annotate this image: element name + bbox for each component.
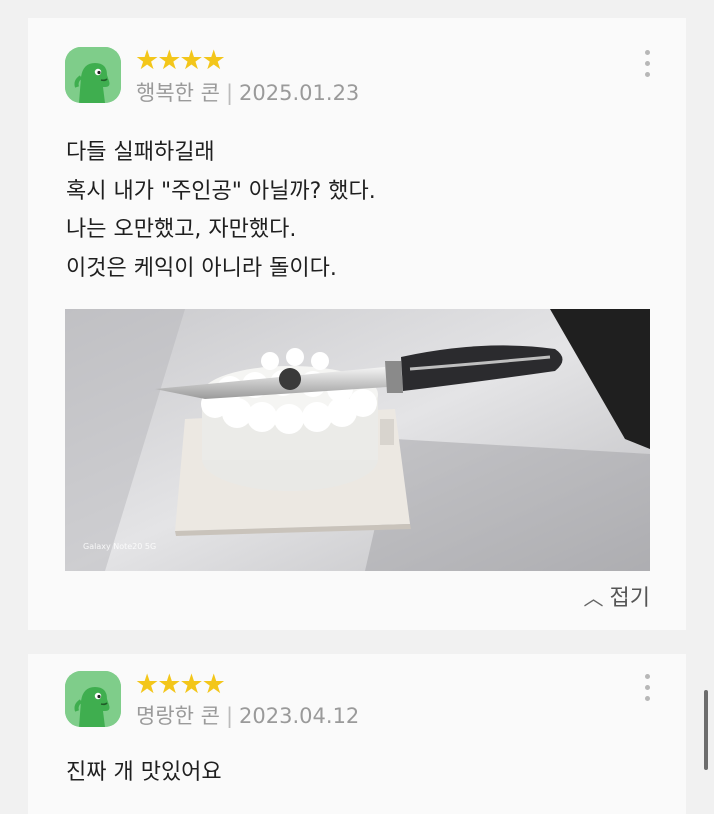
author-name: 행복한 콘	[136, 81, 220, 105]
author-name: 명랑한 콘	[136, 704, 220, 728]
meta-separator: |	[225, 81, 234, 105]
review-meta: 명랑한 콘 | 2023.04.12	[136, 706, 359, 727]
more-options-button[interactable]	[644, 674, 650, 701]
review-card: ★★★★ 명랑한 콘 | 2023.04.12 진짜 개 맛있어요	[28, 654, 686, 814]
review-date: 2025.01.23	[239, 81, 360, 105]
more-vertical-icon	[644, 50, 650, 55]
avatar[interactable]	[65, 47, 121, 103]
more-vertical-icon-dot	[644, 696, 650, 701]
collapse-button[interactable]: ︿ 접기	[584, 580, 650, 612]
photo-camera-label: Galaxy Note20 5G	[83, 542, 157, 551]
review-date: 2023.04.12	[239, 704, 360, 728]
more-vertical-icon-dot	[644, 72, 650, 77]
collapse-label: 접기	[609, 586, 650, 611]
green-dinosaur-icon	[65, 671, 121, 727]
rating-stars: ★★★★	[135, 669, 226, 700]
more-vertical-icon	[644, 674, 650, 679]
review-card: ★★★★ 행복한 콘 | 2025.01.23 다들 실패하길래 혹시 내가 "주인…	[28, 18, 686, 630]
green-dinosaur-icon	[65, 47, 121, 103]
more-options-button[interactable]	[644, 50, 650, 77]
review-photo[interactable]: Galaxy Note20 5G	[65, 309, 650, 571]
more-vertical-icon-dot	[644, 61, 650, 66]
cake-with-knife-photo	[65, 309, 650, 571]
chevron-up-icon: ︿	[583, 585, 604, 610]
avatar[interactable]	[65, 671, 121, 727]
review-text: 다들 실패하길래 혹시 내가 "주인공" 아닐까? 했다. 나는 오만했고, 자…	[66, 140, 376, 281]
rating-stars: ★★★★	[135, 45, 226, 76]
meta-separator: |	[225, 704, 234, 728]
scrollbar[interactable]	[704, 690, 708, 770]
review-meta: 행복한 콘 | 2025.01.23	[136, 83, 359, 104]
more-vertical-icon-dot	[644, 685, 650, 690]
review-text: 진짜 개 맛있어요	[66, 760, 222, 785]
